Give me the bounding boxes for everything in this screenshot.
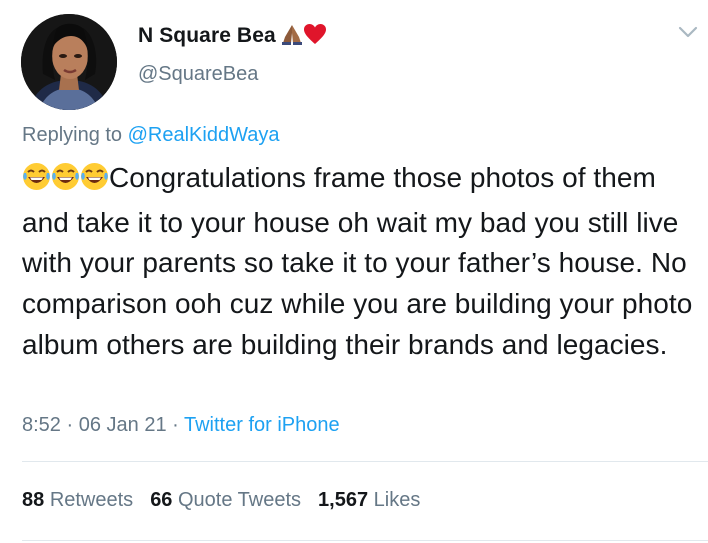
replying-to-line: Replying to @RealKiddWaya (22, 124, 279, 147)
likes-label: Likes (373, 489, 421, 511)
tweet-body: Congratulations frame those photos of th… (22, 162, 693, 360)
author-handle[interactable]: @SquareBea (138, 63, 258, 86)
folded-hands-icon (281, 23, 302, 50)
tears-of-joy-icon (22, 162, 51, 191)
tweet-meta: 8:52 · 06 Jan 21 · Twitter for iPhone (22, 414, 340, 437)
replying-to-label: Replying to (22, 124, 128, 146)
red-heart-icon (303, 23, 327, 50)
quotes-count: 66 (150, 489, 173, 511)
retweets-count: 88 (22, 489, 45, 511)
tears-of-joy-icon (51, 162, 80, 191)
tears-of-joy-icon (80, 162, 109, 191)
leading-emojis (22, 162, 109, 203)
tweet-text: Congratulations frame those photos of th… (22, 158, 700, 366)
tweet-time[interactable]: 8:52 (22, 414, 61, 436)
tweet-date[interactable]: 06 Jan 21 (79, 414, 167, 436)
author-name-row[interactable]: N Square Bea (138, 22, 327, 50)
divider (22, 461, 708, 462)
divider (22, 540, 708, 541)
avatar[interactable] (21, 14, 117, 110)
retweets-label: Retweets (49, 489, 134, 511)
retweets-stat[interactable]: 88 Retweets (22, 489, 133, 511)
tweet-source-link[interactable]: Twitter for iPhone (184, 414, 340, 436)
reply-mention-link[interactable]: @RealKiddWaya (128, 124, 280, 146)
quote-tweets-stat[interactable]: 66 Quote Tweets (150, 489, 301, 511)
chevron-down-icon[interactable] (678, 24, 698, 40)
engagement-stats: 88 Retweets 66 Quote Tweets 1,567 Likes (22, 489, 437, 512)
likes-count: 1,567 (318, 489, 369, 511)
quotes-label: Quote Tweets (178, 489, 302, 511)
likes-stat[interactable]: 1,567 Likes (318, 489, 420, 511)
meta-separator: · (166, 414, 184, 436)
meta-separator: · (60, 414, 79, 436)
display-name[interactable]: N Square Bea (138, 24, 276, 48)
